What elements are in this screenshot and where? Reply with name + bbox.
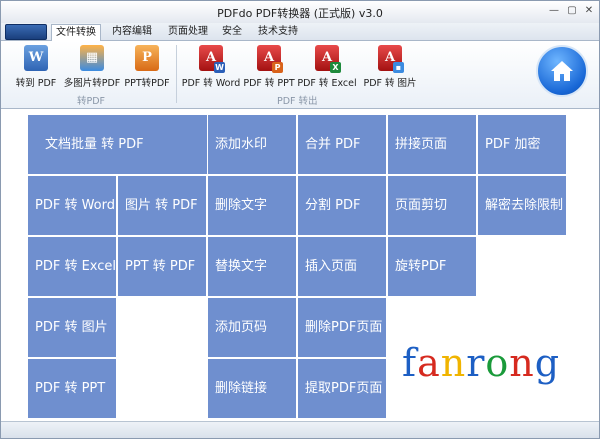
tab-tech-support[interactable]: 技术支持 <box>251 24 305 41</box>
tile-pdf-to-ppt[interactable]: PDF 转 PPT <box>28 359 116 418</box>
tile-insert-page[interactable]: 插入页面 <box>298 237 386 296</box>
ppt-badge-icon: P <box>272 62 283 73</box>
logo-letter: a <box>417 341 441 385</box>
word-badge-icon: W <box>214 62 225 73</box>
function-tile-grid: 文档批量 转 PDF 添加水印 合并 PDF 拼接页面 PDF 加密 PDF 转… <box>1 109 599 421</box>
tab-file-convert[interactable]: 文件转换 <box>51 24 101 41</box>
tile-crop-page[interactable]: 页面剪切 <box>388 176 476 235</box>
group-label-to-pdf: 转PDF <box>77 96 106 107</box>
logo-letter: n <box>440 341 467 385</box>
pdf-to-image-button[interactable]: A ▪ PDF 转 图片 <box>359 45 421 91</box>
logo-letter: r <box>466 341 486 385</box>
tab-page-process[interactable]: 页面处理 <box>161 24 215 41</box>
pdf-to-image-label: PDF 转 图片 <box>363 78 417 89</box>
pdf-to-image-icon: A ▪ <box>378 45 404 73</box>
tile-rotate-pdf[interactable]: 旋转PDF <box>388 237 476 296</box>
images-to-pdf-icon: ▦ <box>80 45 104 71</box>
fanrong-logo: fanrong <box>402 341 560 385</box>
pdf-to-excel-icon: AX <box>315 45 341 73</box>
logo-letter: g <box>534 341 561 385</box>
ribbon-tab-bar: 文件转换 内容编辑 页面处理 安全 技术支持 <box>1 23 599 41</box>
minimize-button[interactable]: — <box>546 4 562 18</box>
tile-decrypt[interactable]: 解密去除限制 <box>478 176 566 235</box>
close-button[interactable]: ✕ <box>581 4 597 18</box>
tile-delete-text[interactable]: 删除文字 <box>208 176 296 235</box>
maximize-button[interactable]: ▢ <box>564 4 580 18</box>
tab-content-edit[interactable]: 内容编辑 <box>105 24 159 41</box>
tile-replace-text[interactable]: 替换文字 <box>208 237 296 296</box>
tile-extract-pdf-page[interactable]: 提取PDF页面 <box>298 359 386 418</box>
app-menu-button[interactable] <box>5 24 47 40</box>
word-to-pdf-label: 转到 PDF <box>15 78 57 89</box>
pdf-to-word-icon: AW <box>199 45 225 73</box>
group-label-pdf-export: PDF 转出 <box>277 96 318 107</box>
tile-pdf-to-image[interactable]: PDF 转 图片 <box>28 298 116 357</box>
ppt-to-pdf-label: PPT转PDF <box>124 78 170 89</box>
tab-security[interactable]: 安全 <box>217 24 247 41</box>
tile-merge-pdf[interactable]: 合并 PDF <box>298 115 386 174</box>
word-to-pdf-button[interactable]: W 转到 PDF <box>13 45 59 91</box>
home-button[interactable] <box>536 45 588 97</box>
tile-pdf-encrypt[interactable]: PDF 加密 <box>478 115 566 174</box>
logo-letter: f <box>402 341 418 385</box>
tile-pdf-to-excel[interactable]: PDF 转 Excel <box>28 237 116 296</box>
home-icon <box>551 61 573 81</box>
pdf-to-ppt-label: PDF 转 PPT <box>243 78 295 89</box>
pdf-to-word-label: PDF 转 Word <box>181 78 241 89</box>
ribbon-group-separator <box>176 45 177 103</box>
pdf-to-word-button[interactable]: AW PDF 转 Word <box>181 45 241 91</box>
pdf-to-excel-label: PDF 转 Excel <box>297 78 357 89</box>
status-bar <box>1 421 599 438</box>
pdf-to-ppt-button[interactable]: AP PDF 转 PPT <box>241 45 297 91</box>
ppt-to-pdf-button[interactable]: P PPT转PDF <box>123 45 171 91</box>
tile-ppt-to-pdf[interactable]: PPT 转 PDF <box>118 237 206 296</box>
app-window: PDFdo PDF转换器 (正式版) v3.0 — ▢ ✕ 文件转换 内容编辑 … <box>0 0 600 439</box>
logo-letter: n <box>509 341 535 385</box>
tile-pdf-to-word[interactable]: PDF 转 Word <box>28 176 116 235</box>
tile-split-pdf[interactable]: 分割 PDF <box>298 176 386 235</box>
tile-image-to-pdf[interactable]: 图片 转 PDF <box>118 176 206 235</box>
pdf-to-ppt-icon: AP <box>257 45 283 73</box>
ppt-to-pdf-icon: P <box>135 45 159 71</box>
title-bar: PDFdo PDF转换器 (正式版) v3.0 — ▢ ✕ <box>1 1 599 23</box>
pdf-to-excel-button[interactable]: AX PDF 转 Excel <box>297 45 357 91</box>
tile-join-pages[interactable]: 拼接页面 <box>388 115 476 174</box>
images-to-pdf-button[interactable]: ▦ 多图片转PDF <box>63 45 121 91</box>
excel-badge-icon: X <box>330 62 341 73</box>
images-to-pdf-label: 多图片转PDF <box>63 78 121 89</box>
image-badge-icon: ▪ <box>393 62 404 73</box>
word-to-pdf-icon: W <box>24 45 48 71</box>
tile-add-page-number[interactable]: 添加页码 <box>208 298 296 357</box>
logo-letter: o <box>485 341 510 385</box>
tile-add-watermark[interactable]: 添加水印 <box>208 115 296 174</box>
ribbon-panel: W 转到 PDF ▦ 多图片转PDF P PPT转PDF 转PDF AW PDF… <box>1 41 599 109</box>
tile-delete-link[interactable]: 删除链接 <box>208 359 296 418</box>
window-title: PDFdo PDF转换器 (正式版) v3.0 <box>217 7 383 20</box>
tile-batch-to-pdf[interactable]: 文档批量 转 PDF <box>28 115 207 174</box>
tile-delete-pdf-page[interactable]: 删除PDF页面 <box>298 298 386 357</box>
